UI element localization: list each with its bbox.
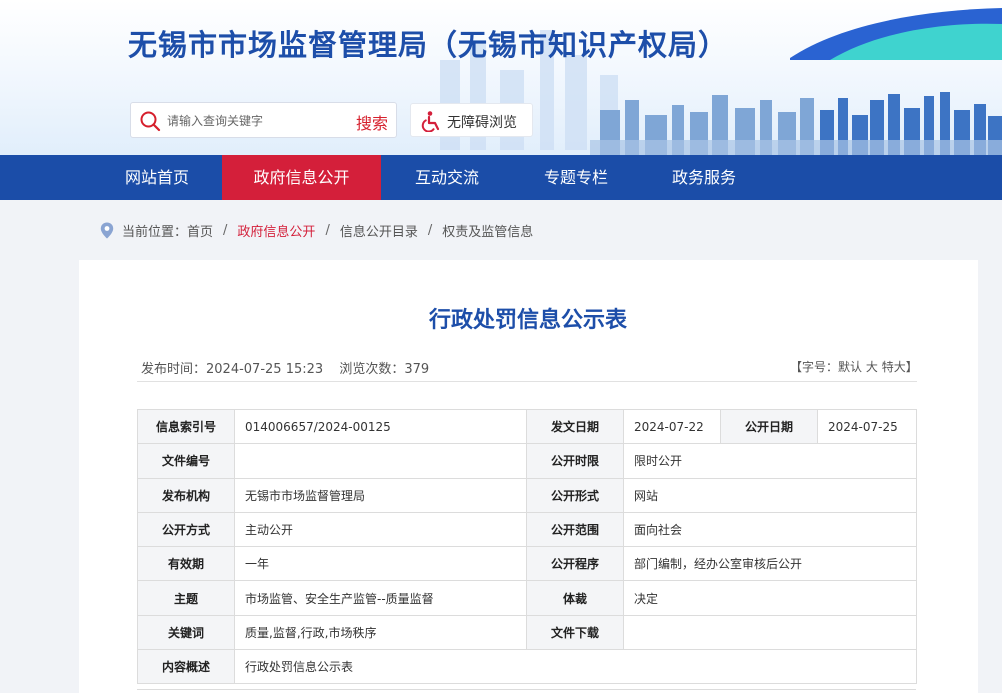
cell-label: 文件编号 [137, 443, 235, 479]
info-table: 信息索引号 014006657/2024-00125 发文日期 2024-07-… [137, 408, 917, 685]
cell-label: 公开日期 [720, 408, 818, 445]
font-size-default[interactable]: 默认 [838, 360, 862, 374]
cell-label: 体裁 [526, 580, 624, 616]
cell-value: 行政处罚信息公示表 [234, 649, 917, 685]
breadcrumb-catalog[interactable]: 信息公开目录 [340, 221, 418, 240]
cell-label: 信息索引号 [137, 408, 235, 445]
nav-item-interaction[interactable]: 互动交流 [381, 155, 513, 200]
publish-time: 2024-07-25 15:23 [206, 362, 324, 377]
site-title: 无锡市市场监督管理局（无锡市知识产权局） [128, 28, 729, 62]
cell-value: 质量,监督,行政,市场秩序 [234, 614, 527, 651]
views-count: 379 [404, 362, 430, 377]
cell-value: 网站 [623, 477, 917, 513]
breadcrumb-separator: / [325, 222, 330, 238]
publish-label: 发布时间： [141, 362, 207, 377]
cell-label: 公开程序 [526, 546, 624, 582]
cell-value: 无锡市市场监督管理局 [234, 477, 527, 513]
cell-value: 2024-07-25 [817, 408, 917, 445]
search-box: 搜索 [130, 102, 397, 138]
cell-label: 公开方式 [137, 511, 235, 548]
header-banner: 无锡市市场监督管理局（无锡市知识产权局） 搜索 无障碍浏览 [0, 0, 1002, 155]
article-meta: 发布时间：2024-07-25 15:23 浏览次数：379 [141, 358, 429, 377]
font-size-xlarge[interactable]: 特大 [882, 360, 906, 374]
breadcrumb: 当前位置： 首页 / 政府信息公开 / 信息公开目录 / 权责及监管信息 [100, 221, 533, 240]
table-row: 关键词 质量,监督,行政,市场秩序 文件下载 [137, 614, 917, 651]
meta-divider [137, 381, 917, 382]
cell-value: 2024-07-22 [623, 408, 721, 445]
font-size-close: 】 [905, 360, 918, 374]
article-title: 行政处罚信息公示表 [428, 308, 627, 333]
cell-value: 一年 [234, 546, 527, 582]
cell-label: 公开时限 [526, 443, 624, 479]
table-row: 发布机构 无锡市市场监督管理局 公开形式 网站 [137, 477, 917, 513]
cell-value: 014006657/2024-00125 [234, 408, 527, 445]
search-input[interactable] [167, 109, 342, 133]
lower-table-edge [137, 689, 916, 693]
cell-value: 面向社会 [623, 511, 917, 548]
nav-item-home[interactable]: 网站首页 [92, 155, 222, 200]
wheelchair-icon [421, 111, 440, 132]
cell-label: 内容概述 [137, 649, 235, 685]
location-pin-icon [100, 222, 114, 238]
table-row: 主题 市场监管、安全生产监管--质量监督 体裁 决定 [137, 580, 917, 616]
views-label: 浏览次数： [339, 362, 405, 377]
cell-value [234, 443, 527, 479]
cell-label: 公开形式 [526, 477, 624, 513]
table-row: 有效期 一年 公开程序 部门编制，经办公室审核后公开 [137, 546, 917, 582]
cell-label: 文件下载 [526, 614, 624, 651]
breadcrumb-separator: / [223, 222, 228, 238]
nav-item-topics[interactable]: 专题专栏 [513, 155, 639, 200]
table-row: 内容概述 行政处罚信息公示表 [137, 649, 917, 685]
nav-item-gov-info[interactable]: 政府信息公开 [222, 155, 381, 200]
font-size-large[interactable]: 大 [866, 360, 878, 374]
breadcrumb-prefix: 当前位置： [122, 224, 188, 240]
cell-value: 决定 [623, 580, 917, 616]
nav-item-services[interactable]: 政务服务 [639, 155, 769, 200]
table-row: 公开方式 主动公开 公开范围 面向社会 [137, 511, 917, 548]
font-size-open: 【字号： [790, 360, 839, 374]
breadcrumb-gov-info[interactable]: 政府信息公开 [237, 221, 315, 240]
search-icon [140, 111, 161, 132]
main-nav: 网站首页 政府信息公开 互动交流 专题专栏 政务服务 [0, 155, 1002, 200]
cell-label: 公开范围 [526, 511, 624, 548]
accessibility-button[interactable]: 无障碍浏览 [410, 103, 533, 137]
cell-value: 部门编制，经办公室审核后公开 [623, 546, 917, 582]
cell-label: 关键词 [137, 614, 235, 651]
table-row: 信息索引号 014006657/2024-00125 发文日期 2024-07-… [137, 408, 917, 445]
breadcrumb-home[interactable]: 首页 [187, 221, 213, 240]
breadcrumb-current[interactable]: 权责及监管信息 [442, 221, 533, 240]
cell-label: 有效期 [137, 546, 235, 582]
search-button[interactable]: 搜索 [356, 110, 388, 134]
table-row: 文件编号 公开时限 限时公开 [137, 443, 917, 479]
cell-label: 主题 [137, 580, 235, 616]
file-download-cell[interactable] [623, 614, 917, 651]
cell-value: 限时公开 [623, 443, 917, 479]
breadcrumb-separator: / [427, 222, 433, 238]
cell-label: 发布机构 [137, 477, 235, 513]
cell-label: 发文日期 [526, 408, 624, 445]
font-size-switcher: 【字号：默认 大 特大】 [790, 358, 918, 375]
cell-value: 主动公开 [234, 511, 527, 548]
accessibility-label: 无障碍浏览 [447, 115, 517, 131]
cell-value: 市场监管、安全生产监管--质量监督 [234, 580, 527, 616]
